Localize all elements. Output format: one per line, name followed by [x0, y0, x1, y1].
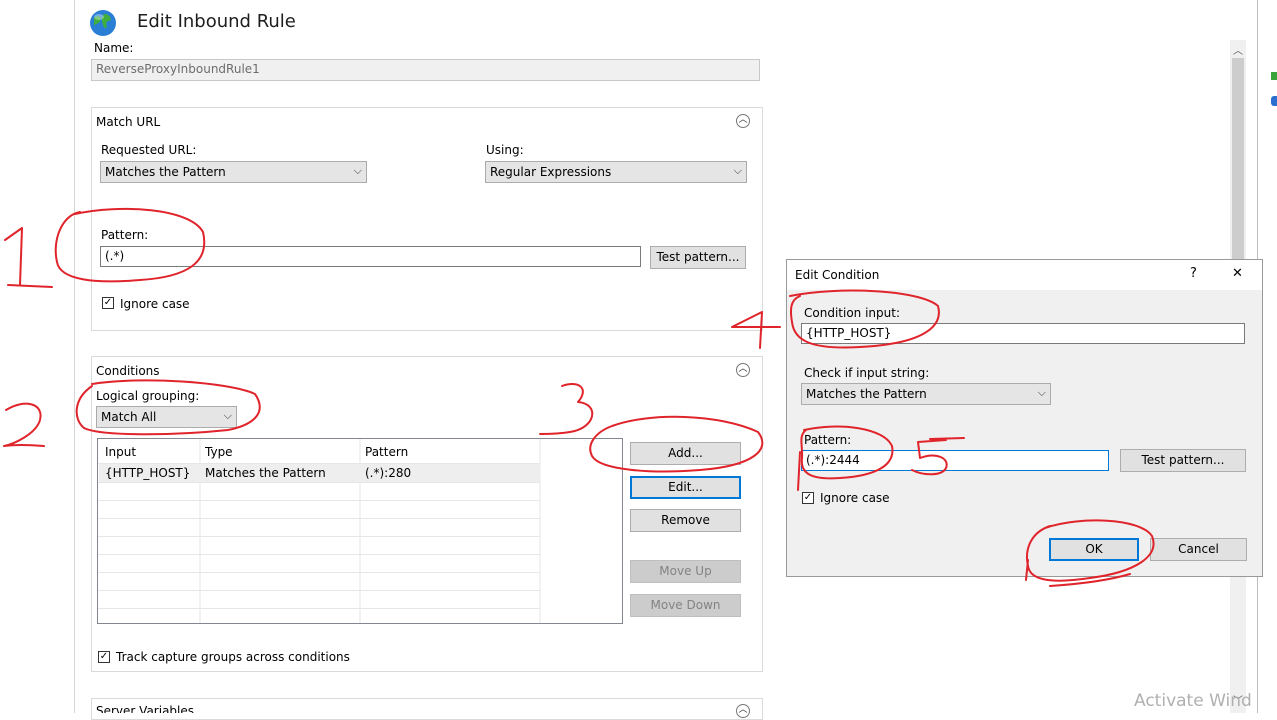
logical-grouping-value: Match All	[101, 410, 157, 424]
track-capture-checkbox[interactable]: ✓	[98, 651, 110, 663]
requested-url-label: Requested URL:	[101, 143, 197, 157]
column-header-input[interactable]: Input	[105, 445, 136, 459]
scroll-up-arrow-icon[interactable]: ︿	[1233, 42, 1243, 57]
edit-condition-dialog: Edit Condition ? ✕ Condition input: {HTT…	[786, 259, 1263, 577]
pattern-input[interactable]: (.*)	[100, 246, 641, 267]
dialog-pattern-input[interactable]: (.*):2444	[801, 450, 1109, 471]
column-header-type[interactable]: Type	[205, 445, 233, 459]
column-header-pattern[interactable]: Pattern	[365, 445, 408, 459]
name-field[interactable]: ReverseProxyInboundRule1	[91, 59, 760, 81]
chevron-down-icon: ⌵	[223, 409, 232, 422]
chevron-up-circle-icon[interactable]: ︿	[736, 704, 750, 718]
add-condition-button[interactable]: Add...	[630, 442, 741, 465]
ok-button[interactable]: OK	[1049, 538, 1139, 561]
using-label: Using:	[486, 143, 524, 157]
conditions-title: Conditions	[96, 364, 160, 378]
help-icon[interactable]	[1271, 96, 1277, 106]
move-up-button[interactable]: Move Up	[630, 560, 741, 583]
run-icon[interactable]	[1271, 72, 1277, 80]
pattern-label: Pattern:	[101, 228, 149, 242]
chevron-down-icon: ⌵	[733, 164, 742, 177]
conditions-table[interactable]: Input Type Pattern {HTTP_HOST} Matches t…	[97, 438, 623, 624]
server-variables-title: Server Variables	[96, 704, 195, 713]
match-url-title: Match URL	[96, 115, 161, 129]
condition-input-field[interactable]: {HTTP_HOST}	[801, 323, 1245, 344]
activation-watermark: Activate Wind	[1134, 691, 1252, 711]
table-row[interactable]: {HTTP_HOST} Matches the Pattern (.*):280	[98, 464, 540, 482]
row-pattern: (.*):280	[365, 466, 412, 480]
track-capture-label: Track capture groups across conditions	[116, 650, 350, 664]
row-type: Matches the Pattern	[205, 466, 326, 480]
match-url-group	[91, 107, 763, 331]
dialog-ignore-case-checkbox[interactable]: ✓	[802, 492, 814, 504]
dialog-pattern-label: Pattern:	[804, 433, 852, 447]
check-input-select[interactable]: Matches the Pattern ⌵	[801, 383, 1051, 405]
ignore-case-label: Ignore case	[120, 297, 190, 311]
help-button[interactable]: ?	[1190, 266, 1197, 281]
chevron-down-icon: ⌵	[1037, 386, 1046, 399]
logical-grouping-label: Logical grouping:	[96, 389, 200, 403]
chevron-down-icon: ⌵	[353, 164, 362, 177]
remove-condition-button[interactable]: Remove	[630, 509, 741, 532]
condition-input-label: Condition input:	[804, 306, 900, 320]
close-button[interactable]: ✕	[1232, 266, 1243, 281]
dialog-title: Edit Condition	[795, 268, 880, 282]
name-label: Name:	[94, 41, 134, 55]
page-title: Edit Inbound Rule	[137, 11, 296, 32]
left-pane	[0, 0, 75, 713]
requested-url-value: Matches the Pattern	[105, 165, 226, 179]
dialog-ignore-case-label: Ignore case	[820, 491, 890, 505]
using-value: Regular Expressions	[490, 165, 612, 179]
dialog-test-pattern-button[interactable]: Test pattern...	[1120, 449, 1246, 472]
ignore-case-checkbox[interactable]: ✓	[102, 297, 114, 309]
using-select[interactable]: Regular Expressions ⌵	[485, 161, 747, 183]
row-input: {HTTP_HOST}	[105, 466, 191, 480]
move-down-button[interactable]: Move Down	[630, 594, 741, 617]
cancel-button[interactable]: Cancel	[1150, 538, 1247, 561]
scrollbar-thumb[interactable]	[1232, 58, 1244, 268]
globe-icon	[88, 8, 118, 38]
requested-url-select[interactable]: Matches the Pattern ⌵	[100, 161, 367, 183]
logical-grouping-select[interactable]: Match All ⌵	[96, 406, 237, 428]
edit-condition-button[interactable]: Edit...	[630, 476, 741, 499]
chevron-up-circle-icon[interactable]: ︿	[736, 363, 750, 377]
check-input-value: Matches the Pattern	[806, 387, 927, 401]
test-pattern-button[interactable]: Test pattern...	[650, 246, 746, 269]
chevron-up-circle-icon[interactable]: ︿	[736, 114, 750, 128]
check-input-label: Check if input string:	[804, 366, 930, 380]
